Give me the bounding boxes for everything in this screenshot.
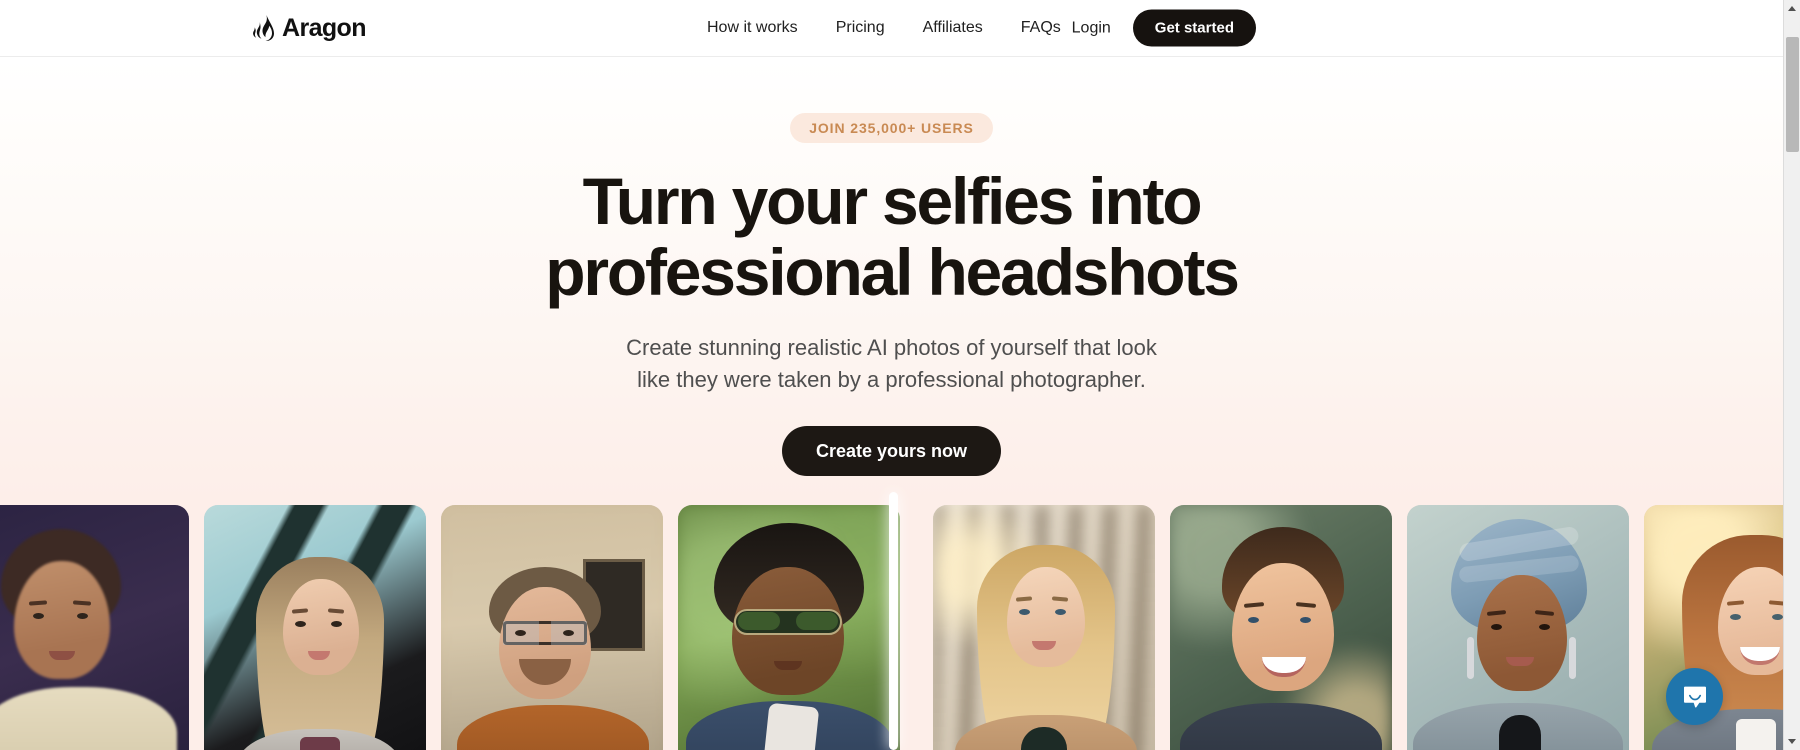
page-content: Aragon How it works Pricing Affiliates F… [0, 0, 1783, 750]
photo-after-1 [933, 505, 1155, 750]
login-link[interactable]: Login [1072, 20, 1111, 36]
nav-item-how-it-works[interactable]: How it works [707, 20, 798, 36]
chat-bubble-icon [1683, 686, 1706, 708]
gallery-card-before-3[interactable] [441, 505, 663, 750]
brand-name: Aragon [282, 13, 367, 42]
headline-line-2: professional headshots [545, 234, 1240, 309]
chat-launcher-button[interactable] [1666, 668, 1723, 725]
create-yours-now-button[interactable]: Create yours now [781, 426, 1002, 476]
users-badge: JOIN 235,000+ USERS [790, 113, 993, 143]
scrollbar-thumb[interactable] [1786, 37, 1799, 152]
nav-item-affiliates[interactable]: Affiliates [923, 20, 983, 36]
photo-after-2 [1170, 505, 1392, 750]
scroll-up-arrow-icon[interactable] [1784, 0, 1800, 17]
header-actions: Login Get started [1072, 9, 1256, 47]
scroll-down-arrow-icon[interactable] [1784, 733, 1800, 750]
photo-before-4 [678, 505, 900, 750]
subhead-line-1: Create stunning realistic AI photos of y… [626, 335, 1157, 361]
gallery-card-before-1[interactable] [0, 505, 189, 750]
photo-before-3 [441, 505, 663, 750]
cta-container: Create yours now [0, 426, 1783, 476]
before-after-slider-handle[interactable] [889, 492, 898, 750]
get-started-button[interactable]: Get started [1132, 9, 1256, 47]
main-nav: How it works Pricing Affiliates FAQs [707, 20, 1061, 36]
gallery-card-after-1[interactable] [933, 505, 1155, 750]
photo-before-2 [204, 505, 426, 750]
flame-icon [253, 15, 274, 41]
page-title: Turn your selfies into professional head… [0, 166, 1783, 307]
nav-item-pricing[interactable]: Pricing [836, 20, 885, 36]
photo-before-1 [0, 505, 189, 750]
photo-after-3 [1407, 505, 1629, 750]
headline-line-1: Turn your selfies into [582, 164, 1203, 238]
gallery-card-after-3[interactable] [1407, 505, 1629, 750]
subhead-line-2: like they were taken by a professional p… [637, 367, 1146, 393]
brand-logo[interactable]: Aragon [253, 13, 367, 42]
scrollbar-track[interactable] [1784, 17, 1800, 733]
browser-viewport: Aragon How it works Pricing Affiliates F… [0, 0, 1800, 750]
page-subtitle: Create stunning realistic AI photos of y… [0, 332, 1783, 396]
site-header: Aragon How it works Pricing Affiliates F… [0, 0, 1783, 57]
gallery-card-before-2[interactable] [204, 505, 426, 750]
gallery-card-before-4[interactable] [678, 505, 900, 750]
hero-section: JOIN 235,000+ USERS Turn your selfies in… [0, 57, 1783, 476]
nav-item-faqs[interactable]: FAQs [1021, 20, 1061, 36]
vertical-scrollbar[interactable] [1783, 0, 1800, 750]
gallery-card-after-2[interactable] [1170, 505, 1392, 750]
